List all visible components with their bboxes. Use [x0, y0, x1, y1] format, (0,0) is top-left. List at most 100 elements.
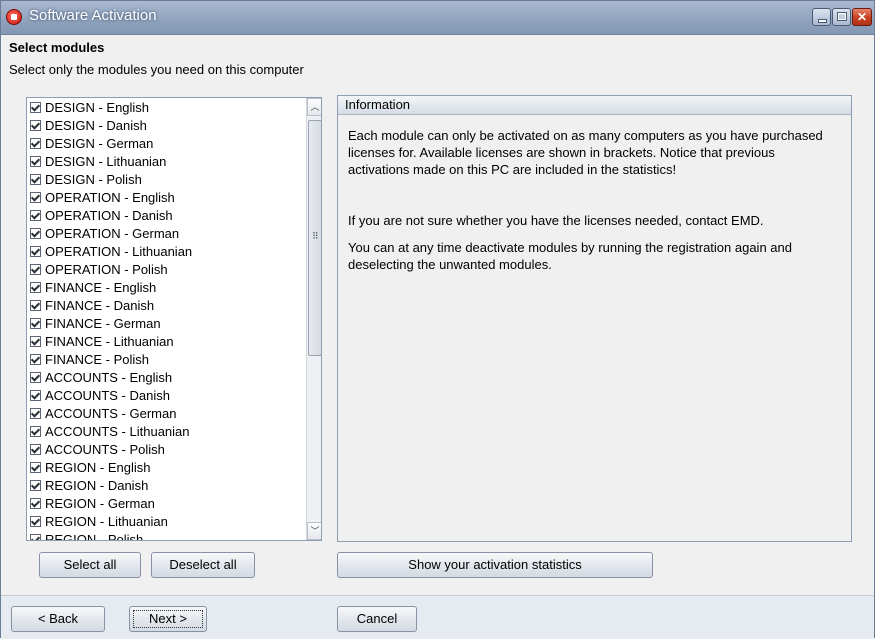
close-icon: ✕ [856, 10, 868, 24]
scroll-up-button[interactable]: ︿ [307, 98, 321, 116]
module-checkbox[interactable] [30, 299, 41, 311]
information-panel: Information Each module can only be acti… [337, 95, 852, 542]
module-label: FINANCE - German [45, 315, 161, 331]
list-item[interactable]: FINANCE - Lithuanian [27, 332, 302, 350]
module-label: ACCOUNTS - Lithuanian [45, 423, 190, 439]
module-checkbox[interactable] [30, 209, 41, 221]
list-item[interactable]: OPERATION - German [27, 224, 302, 242]
module-checkbox[interactable] [30, 335, 41, 347]
list-item[interactable]: REGION - Danish [27, 476, 302, 494]
list-item[interactable]: DESIGN - Danish [27, 116, 302, 134]
module-checkbox[interactable] [30, 281, 41, 293]
module-checkbox[interactable] [30, 497, 41, 509]
module-label: DESIGN - Lithuanian [45, 153, 167, 169]
scrollbar-thumb[interactable]: ⠿ [308, 120, 321, 356]
module-list[interactable]: DESIGN - English DESIGN - Danish DESIGN - … [26, 97, 322, 541]
module-label: DESIGN - German [45, 135, 154, 151]
list-item[interactable]: ACCOUNTS - English [27, 368, 302, 386]
info-paragraph: Each module can only be activated on as … [348, 128, 823, 177]
list-item[interactable]: ACCOUNTS - German [27, 404, 302, 422]
module-checkbox[interactable] [30, 389, 41, 401]
module-label: OPERATION - Lithuanian [45, 243, 193, 259]
list-item[interactable]: ACCOUNTS - Lithuanian [27, 422, 302, 440]
module-checkbox[interactable] [30, 137, 41, 149]
app-logo-icon [6, 9, 22, 25]
next-button[interactable]: Next > [129, 606, 207, 632]
cancel-button[interactable]: Cancel [337, 606, 417, 632]
module-checkbox[interactable] [30, 245, 41, 257]
module-checkbox[interactable] [30, 515, 41, 527]
minimize-icon [813, 9, 830, 25]
module-label: REGION - Lithuanian [45, 513, 168, 529]
list-item[interactable]: DESIGN - German [27, 134, 302, 152]
scroll-down-button[interactable]: ﹀ [307, 522, 321, 540]
module-label: ACCOUNTS - Danish [45, 387, 170, 403]
module-label: OPERATION - Polish [45, 261, 168, 277]
information-panel-title: Information [338, 96, 851, 115]
module-label: REGION - English [45, 459, 151, 475]
list-item[interactable]: DESIGN - English [27, 98, 302, 116]
module-checkbox[interactable] [30, 353, 41, 365]
list-item[interactable]: OPERATION - Danish [27, 206, 302, 224]
chevron-up-icon: ︿ [310, 102, 320, 112]
list-item[interactable]: OPERATION - English [27, 188, 302, 206]
module-checkbox[interactable] [30, 101, 41, 113]
list-item[interactable]: FINANCE - Danish [27, 296, 302, 314]
deselect-all-button[interactable]: Deselect all [151, 552, 255, 578]
module-checkbox[interactable] [30, 533, 41, 540]
chevron-down-icon: ﹀ [310, 526, 320, 536]
window-title: Software Activation [29, 7, 157, 24]
list-item[interactable]: FINANCE - English [27, 278, 302, 296]
info-paragraph: You can at any time deactivate modules b… [348, 240, 792, 272]
module-label: ACCOUNTS - English [45, 369, 173, 385]
list-item[interactable]: FINANCE - Polish [27, 350, 302, 368]
module-checkbox[interactable] [30, 425, 41, 437]
info-paragraph: If you are not sure whether you have the… [348, 213, 764, 228]
grip-icon: ⠿ [312, 231, 319, 241]
list-item[interactable]: DESIGN - Lithuanian [27, 152, 302, 170]
module-label: FINANCE - Polish [45, 351, 150, 367]
list-item[interactable]: ACCOUNTS - Danish [27, 386, 302, 404]
maximize-button[interactable] [832, 8, 851, 26]
module-checkbox[interactable] [30, 317, 41, 329]
module-label: REGION - Danish [45, 477, 149, 493]
module-checkbox[interactable] [30, 227, 41, 239]
module-checkbox[interactable] [30, 461, 41, 473]
show-activation-statistics-button[interactable]: Show your activation statistics [337, 552, 653, 578]
module-label: ACCOUNTS - Polish [45, 441, 165, 457]
page-title: Select modules [9, 40, 105, 55]
module-checkbox[interactable] [30, 119, 41, 131]
module-label: DESIGN - Danish [45, 117, 147, 133]
module-checkbox[interactable] [30, 191, 41, 203]
title-bar[interactable]: Software Activation ✕ [1, 1, 874, 35]
close-button[interactable]: ✕ [852, 8, 872, 26]
list-item[interactable]: OPERATION - Polish [27, 260, 302, 278]
list-item[interactable]: REGION - Polish [27, 530, 302, 541]
button-bar: < Back Next > Cancel [1, 595, 874, 639]
select-all-button[interactable]: Select all [39, 552, 141, 578]
module-label: REGION - Polish [45, 531, 144, 541]
back-button[interactable]: < Back [11, 606, 105, 632]
list-item[interactable]: FINANCE - German [27, 314, 302, 332]
module-label: FINANCE - English [45, 279, 157, 295]
module-checkbox[interactable] [30, 155, 41, 167]
module-checkbox[interactable] [30, 407, 41, 419]
module-list-scrollbar[interactable]: ︿ ⠿ ﹀ [306, 98, 321, 540]
module-checkbox[interactable] [30, 479, 41, 491]
list-item[interactable]: OPERATION - Lithuanian [27, 242, 302, 260]
module-checkbox[interactable] [30, 263, 41, 275]
module-checkbox[interactable] [30, 173, 41, 185]
list-item[interactable]: REGION - English [27, 458, 302, 476]
list-item[interactable]: REGION - Lithuanian [27, 512, 302, 530]
module-label: OPERATION - English [45, 189, 175, 205]
list-item[interactable]: ACCOUNTS - Polish [27, 440, 302, 458]
page-subtitle: Select only the modules you need on this… [9, 62, 304, 77]
software-activation-window: Software Activation ✕ Select modules Sel… [0, 0, 875, 639]
module-label: REGION - German [45, 495, 155, 511]
module-checkbox[interactable] [30, 443, 41, 455]
list-item[interactable]: DESIGN - Polish [27, 170, 302, 188]
module-label: FINANCE - Danish [45, 297, 155, 313]
module-checkbox[interactable] [30, 371, 41, 383]
list-item[interactable]: REGION - German [27, 494, 302, 512]
minimize-button[interactable] [812, 8, 831, 26]
